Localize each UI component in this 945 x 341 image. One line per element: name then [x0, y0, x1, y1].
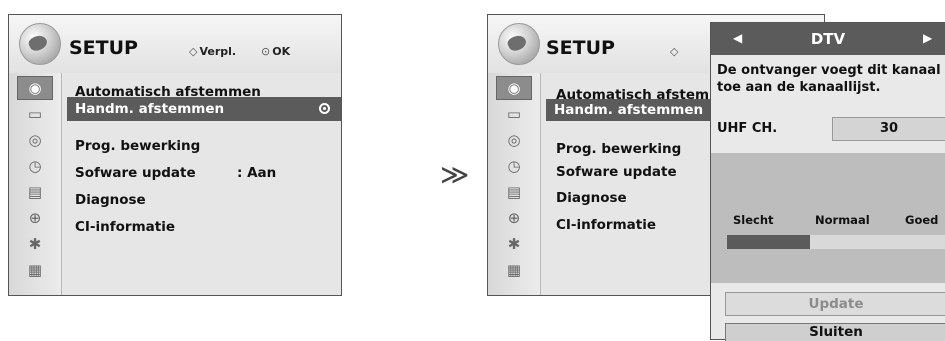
icon-column: ◉ ▭ ◎ ◷ ▤ ⊕ ✱ ▦	[9, 73, 62, 295]
signal-bar	[727, 235, 945, 249]
option-icon[interactable]: ▤	[496, 180, 532, 204]
globe-icon	[498, 23, 540, 65]
lock-icon[interactable]: ⊕	[496, 206, 532, 230]
arrow-right-icon[interactable]: ▶	[923, 31, 932, 45]
menu-item-diagnose[interactable]: Diagnose	[556, 190, 627, 206]
menu-item-handm-afstemmen-label: Handm. afstemmen	[554, 102, 704, 118]
menu-item-ci-informatie[interactable]: CI-informatie	[556, 217, 656, 233]
navigate-arrows-icon: ◇	[670, 45, 679, 58]
menu-title-right: SETUP	[546, 37, 615, 59]
menu-item-prog-bewerking[interactable]: Prog. bewerking	[556, 141, 681, 157]
channel-value[interactable]: 30	[832, 117, 945, 141]
setup-menu-left: SETUP ◇ Verpl. ⊙ OK ◉ ▭ ◎ ◷ ▤ ⊕ ✱ ▦ Automa…	[8, 14, 342, 296]
option-icon[interactable]: ▤	[17, 180, 53, 204]
input-icon[interactable]: ✱	[17, 232, 53, 256]
navigate-arrows-icon: ◇	[189, 45, 198, 58]
menu-item-sofware-update[interactable]: Sofware update	[75, 165, 196, 181]
hint-ok: ⊙ OK	[261, 45, 291, 58]
hint-move: ◇ Verpl.	[189, 45, 237, 58]
radio-selected-icon	[319, 103, 330, 114]
menu-item-ci-informatie[interactable]: CI-informatie	[75, 219, 175, 235]
popup-titlebar: ◀ DTV ▶	[711, 23, 945, 55]
transition-arrow-icon: ≫	[440, 158, 470, 191]
menu-item-handm-afstemmen[interactable]: Handm. afstemmen	[67, 97, 341, 121]
popup-title: DTV	[810, 30, 846, 48]
ok-circle-icon: ⊙	[261, 45, 271, 58]
picture-icon[interactable]: ▭	[496, 102, 532, 126]
signal-mid-label: Normaal	[815, 213, 870, 227]
dtv-popup: ◀ DTV ▶ De ontvanger voegt dit kanaal to…	[710, 22, 945, 341]
menu-title: SETUP	[69, 37, 138, 59]
input-icon[interactable]: ✱	[496, 232, 532, 256]
menu-item-diagnose[interactable]: Diagnose	[75, 192, 146, 208]
signal-bar-fill	[727, 235, 810, 249]
update-button[interactable]: Update	[725, 292, 945, 316]
signal-high-label: Goed	[905, 213, 939, 227]
usb-icon[interactable]: ▦	[17, 258, 53, 282]
menu-item-sofware-update[interactable]: Sofware update	[556, 164, 677, 180]
picture-icon[interactable]: ▭	[17, 102, 53, 126]
channel-label: UHF CH.	[717, 121, 778, 136]
signal-meter: Slecht Normaal Goed	[711, 153, 945, 283]
audio-icon[interactable]: ◎	[17, 128, 53, 152]
menu-item-handm-afstemmen-label: Handm. afstemmen	[75, 101, 225, 117]
close-button[interactable]: Sluiten	[725, 323, 945, 341]
audio-icon[interactable]: ◎	[496, 128, 532, 152]
time-icon[interactable]: ◷	[17, 154, 53, 178]
menu-item-prog-bewerking[interactable]: Prog. bewerking	[75, 138, 200, 154]
sofware-update-value: : Aan	[237, 165, 277, 181]
time-icon[interactable]: ◷	[496, 154, 532, 178]
icon-column-right: ◉ ▭ ◎ ◷ ▤ ⊕ ✱ ▦	[488, 73, 541, 295]
signal-low-label: Slecht	[733, 213, 774, 227]
popup-message: De ontvanger voegt dit kanaal toe aan de…	[717, 63, 941, 95]
usb-icon[interactable]: ▦	[496, 258, 532, 282]
setup-icon[interactable]: ◉	[17, 76, 53, 100]
menu-header: SETUP ◇ Verpl. ⊙ OK	[9, 15, 341, 73]
setup-icon[interactable]: ◉	[496, 76, 532, 100]
menu-item-handm-afstemmen[interactable]: Handm. afstemmen	[546, 99, 710, 121]
globe-icon	[19, 23, 61, 65]
lock-icon[interactable]: ⊕	[17, 206, 53, 230]
